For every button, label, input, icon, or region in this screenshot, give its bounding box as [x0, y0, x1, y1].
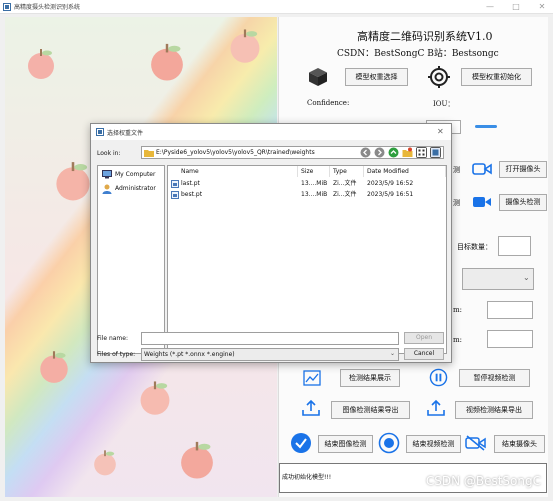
file-row[interactable]: best.pt 13....MiB Zi...文件 2023/5/9 16:51 — [168, 190, 446, 200]
places-sidebar: My Computer Administrator — [97, 165, 165, 354]
list-view-icon[interactable] — [416, 147, 427, 158]
coord-field-1 — [487, 301, 533, 319]
check-circle-icon — [291, 433, 311, 453]
credits-text: CSDN：BestSongC B站：Bestsongc — [337, 49, 499, 59]
dialog-title-bar: 选择权重文件 ✕ — [91, 124, 451, 140]
dialog-app-icon — [96, 128, 104, 136]
init-weights-icon — [428, 66, 450, 88]
sidebar-item-my-computer[interactable]: My Computer — [100, 169, 164, 181]
watermark: CSDN @BestSongC — [425, 474, 541, 488]
cube-icon — [309, 68, 327, 86]
column-header-size[interactable]: Size — [298, 166, 330, 177]
coord-label-partial-1: m: — [453, 306, 462, 314]
up-directory-icon[interactable] — [388, 147, 399, 158]
init-weights-button[interactable]: 模型权重初始化 — [461, 68, 532, 86]
file-date: 2023/5/9 16:52 — [367, 180, 414, 187]
file-name: best.pt — [181, 191, 203, 198]
file-row[interactable]: last.pt 13....MiB Zi...文件 2023/5/9 16:52 — [168, 179, 446, 189]
chevron-down-icon: ⌄ — [523, 273, 530, 282]
dialog-title: 选择权重文件 — [107, 130, 144, 137]
target-count-label: 目标数量： — [457, 243, 492, 251]
file-type: Zi...文件 — [333, 180, 357, 187]
stop-circle-icon — [378, 432, 400, 454]
coord-field-2 — [487, 330, 533, 348]
files-of-type-label: Files of type: — [97, 351, 136, 358]
look-in-path: E:\Pyside6_yolov5\yolov5\yolov5_QR\train… — [156, 149, 315, 156]
upload-icon — [427, 399, 445, 416]
apple-decoration-icon — [140, 381, 170, 415]
files-of-type-value: Weights (*.pt *.onnx *.engine) — [144, 351, 235, 358]
sidebar-item-label: My Computer — [115, 171, 156, 178]
file-date: 2023/5/9 16:51 — [367, 191, 414, 198]
select-weights-button[interactable]: 模型权重选择 — [345, 68, 408, 86]
iou-label: IOU： — [433, 100, 455, 108]
sidebar-item-administrator[interactable]: Administrator — [100, 183, 164, 195]
coord-label-partial-2: m: — [453, 336, 462, 344]
apple-decoration-icon — [230, 29, 260, 63]
camera-detect-icon — [473, 197, 491, 207]
system-title: 高精度二维码识别系统V1.0 — [357, 30, 493, 43]
camera-detect-button[interactable]: 摄像头检测 — [499, 194, 547, 211]
file-dialog: 选择权重文件 ✕ Look in: E:\Pyside6_yolov5\yolo… — [90, 123, 452, 363]
files-of-type-combo[interactable]: Weights (*.pt *.onnx *.engine) ⌄ — [141, 348, 399, 361]
folder-icon — [144, 150, 154, 157]
file-list: Name Size Type Date Modified last.pt 13.… — [167, 165, 447, 354]
file-name-label: File name: — [97, 335, 128, 342]
apple-decoration-icon — [181, 441, 213, 479]
new-folder-icon[interactable] — [402, 147, 413, 158]
video-camera-icon — [472, 163, 492, 175]
pause-video-button[interactable]: 暂停视频检测 — [459, 369, 530, 387]
iou-slider[interactable] — [475, 125, 497, 128]
target-count-field — [498, 236, 531, 256]
app-icon — [3, 3, 11, 11]
file-name: last.pt — [181, 180, 200, 187]
video-label-partial: 测 — [453, 166, 460, 174]
apple-decoration-icon — [151, 43, 183, 81]
look-in-label: Look in: — [97, 150, 121, 157]
apple-decoration-icon — [94, 450, 116, 476]
minimize-icon[interactable]: — — [483, 1, 497, 13]
column-header-type[interactable]: Type — [330, 166, 364, 177]
window-title-bar: 高精度摄头检测识别系统 — □ ✕ — [0, 0, 553, 14]
confidence-label: Confidence: — [307, 99, 350, 107]
forward-icon[interactable] — [374, 147, 385, 158]
pause-icon — [429, 368, 448, 387]
user-icon — [102, 184, 112, 194]
file-icon — [171, 191, 179, 199]
camera-off-icon — [465, 435, 486, 451]
end-image-detection-button[interactable]: 结束图像检测 — [318, 435, 373, 453]
end-camera-button[interactable]: 结束摄像头 — [494, 435, 545, 453]
open-button[interactable]: Open — [404, 332, 444, 344]
column-header-date[interactable]: Date Modified — [364, 166, 446, 177]
file-type: Zi...文件 — [333, 191, 357, 198]
chart-icon — [303, 370, 321, 386]
apple-decoration-icon — [28, 49, 54, 79]
upload-icon — [302, 399, 320, 416]
file-icon — [171, 180, 179, 188]
column-header-name[interactable]: Name — [178, 166, 298, 177]
chevron-down-icon: ⌄ — [390, 350, 396, 357]
back-icon[interactable] — [360, 147, 371, 158]
detail-view-icon[interactable] — [430, 147, 441, 158]
export-video-results-button[interactable]: 视频检测结果导出 — [455, 401, 533, 419]
file-size: 13....MiB — [301, 191, 328, 198]
export-image-results-button[interactable]: 图像检测结果导出 — [331, 401, 410, 419]
maximize-icon[interactable]: □ — [509, 1, 523, 13]
cancel-button[interactable]: Cancel — [404, 348, 444, 360]
close-window-icon[interactable]: ✕ — [535, 1, 549, 13]
computer-icon — [102, 170, 112, 179]
open-camera-button[interactable]: 打开摄像头 — [499, 161, 547, 178]
show-results-button[interactable]: 检测结果展示 — [340, 369, 400, 387]
close-icon[interactable]: ✕ — [437, 127, 444, 136]
window-title: 高精度摄头检测识别系统 — [14, 4, 81, 11]
camera-label-partial: 测 — [453, 199, 460, 207]
sidebar-item-label: Administrator — [115, 185, 156, 192]
end-video-detection-button[interactable]: 结束视频检测 — [406, 435, 461, 453]
file-name-input[interactable] — [141, 332, 399, 345]
file-size: 13....MiB — [301, 180, 328, 187]
status-text: 成功初始化模型!!! — [282, 474, 332, 481]
apple-decoration-icon — [40, 351, 68, 383]
